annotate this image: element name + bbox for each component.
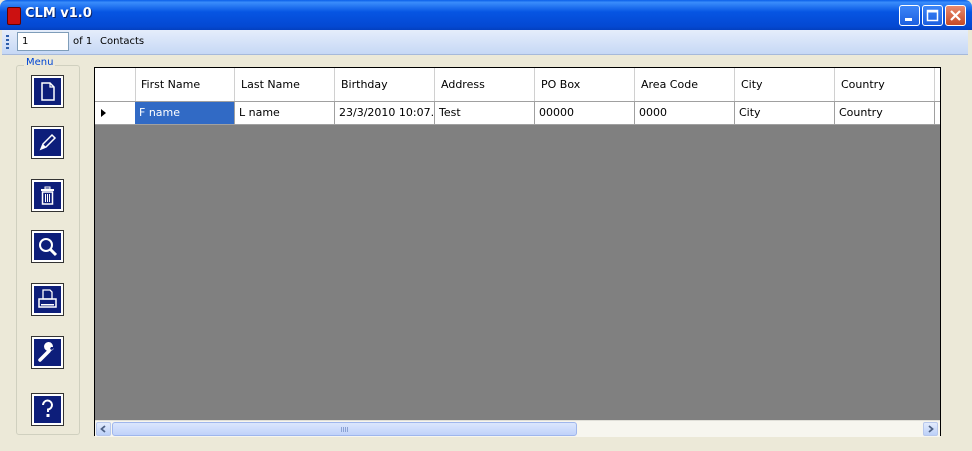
column-header-country[interactable]: Country — [835, 68, 935, 101]
binding-navigator — [2, 30, 968, 55]
maximize-icon — [926, 9, 939, 22]
wrench-icon — [38, 342, 54, 362]
edit-contact-button[interactable] — [32, 127, 63, 158]
cell-birthday[interactable]: 23/3/2010 10:07... — [335, 102, 435, 124]
cell-first-name[interactable]: F name — [135, 102, 235, 124]
cell-city[interactable]: City — [735, 102, 835, 124]
search-contact-button[interactable] — [32, 231, 63, 262]
document-icon — [41, 82, 55, 101]
horizontal-scrollbar[interactable] — [95, 420, 940, 437]
printer-icon — [38, 289, 57, 308]
grid-header: First Name Last Name Birthday Address PO… — [95, 68, 940, 102]
minimize-button[interactable] — [899, 5, 920, 26]
column-header-birthday[interactable]: Birthday — [335, 68, 435, 101]
close-button[interactable] — [945, 5, 966, 26]
contacts-grid[interactable]: First Name Last Name Birthday Address PO… — [94, 67, 941, 437]
trash-icon — [41, 186, 54, 205]
current-row-indicator-icon — [101, 109, 106, 117]
new-contact-button[interactable] — [32, 76, 63, 107]
main-window: CLM v1.0 of 1 Contacts Menu — [0, 0, 972, 451]
column-header-city[interactable]: City — [735, 68, 835, 101]
cell-po-box[interactable]: 00000 — [535, 102, 635, 124]
close-icon — [950, 10, 961, 21]
column-header-po-box[interactable]: PO Box — [535, 68, 635, 101]
title-bar[interactable]: CLM v1.0 — [0, 0, 972, 30]
column-header-address[interactable]: Address — [435, 68, 535, 101]
app-icon — [7, 7, 21, 25]
chevron-left-icon — [100, 425, 106, 433]
menu-legend: Menu — [24, 57, 56, 68]
row-header[interactable] — [95, 102, 136, 124]
toolstrip-grip[interactable] — [6, 35, 9, 49]
delete-contact-button[interactable] — [32, 180, 63, 211]
maximize-button[interactable] — [922, 5, 943, 26]
table-row[interactable]: F name L name 23/3/2010 10:07... Test 00… — [95, 102, 940, 125]
record-count-label: of 1 — [73, 36, 93, 47]
contacts-label: Contacts — [100, 36, 145, 47]
scroll-right-button[interactable] — [923, 422, 938, 436]
grid-corner-header[interactable] — [95, 68, 136, 101]
minimize-icon — [905, 18, 912, 21]
cell-country[interactable]: Country — [835, 102, 935, 124]
cell-address[interactable]: Test — [435, 102, 535, 124]
pencil-icon — [39, 133, 57, 151]
scroll-left-button[interactable] — [96, 422, 111, 436]
column-header-first-name[interactable]: First Name — [135, 68, 235, 101]
help-icon — [42, 399, 53, 417]
position-input[interactable] — [17, 32, 69, 51]
help-button[interactable] — [32, 394, 63, 425]
cell-area-code[interactable]: 0000 — [635, 102, 735, 124]
column-header-last-name[interactable]: Last Name — [235, 68, 335, 101]
scroll-thumb-grip — [341, 427, 349, 432]
cell-last-name[interactable]: L name — [235, 102, 335, 124]
settings-button[interactable] — [32, 337, 63, 368]
column-header-area-code[interactable]: Area Code — [635, 68, 735, 101]
window-title: CLM v1.0 — [25, 6, 92, 21]
chevron-right-icon — [928, 425, 934, 433]
print-button[interactable] — [32, 284, 63, 315]
magnifier-icon — [39, 238, 58, 257]
scroll-thumb[interactable] — [112, 422, 577, 436]
